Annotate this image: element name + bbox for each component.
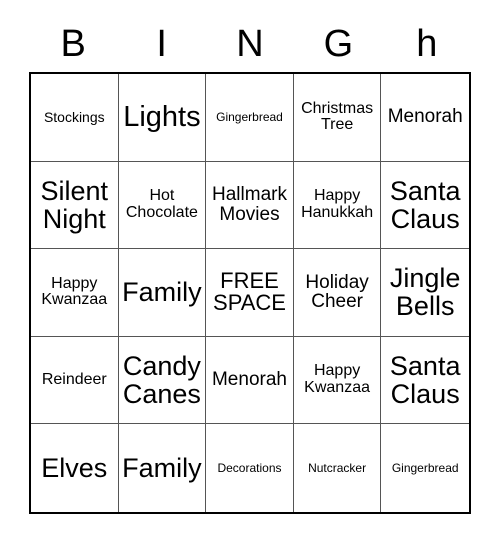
bingo-card: B I N G h Stockings Lights Gingerbread C… <box>0 0 500 544</box>
bingo-cell-label: Happy Kwanzaa <box>304 362 370 397</box>
bingo-cell-label: Family <box>122 277 202 308</box>
bingo-header-letter-2: I <box>156 23 167 65</box>
bingo-cell[interactable]: Elves <box>31 424 119 512</box>
bingo-cell-label: Hot Chocolate <box>125 187 198 221</box>
bingo-cell[interactable]: Gingerbread <box>206 74 294 162</box>
bingo-cell-label: Santa Claus <box>389 175 461 234</box>
bingo-cell-label: Santa Claus <box>389 351 461 410</box>
bingo-cell-label: Candy Canes <box>122 351 201 410</box>
bingo-cell[interactable]: Happy Kwanzaa <box>293 336 382 425</box>
bingo-header-letter-3: N <box>236 23 264 65</box>
bingo-cell[interactable]: Lights <box>118 74 207 162</box>
bingo-cell[interactable]: Christmas Tree <box>293 74 382 162</box>
bingo-cell[interactable]: Reindeer <box>31 336 119 425</box>
bingo-cell-label: Menorah <box>211 369 287 391</box>
bingo-cell[interactable]: Family <box>118 424 207 512</box>
bingo-cell[interactable]: Santa Claus <box>381 161 469 250</box>
bingo-cell-label: Hallmark Movies <box>212 184 287 225</box>
bingo-cell-label: Happy Hanukkah <box>301 187 374 221</box>
bingo-header-letter-4: G <box>323 23 354 65</box>
bingo-grid: Stockings Lights Gingerbread Christmas T… <box>29 72 471 514</box>
bingo-cell[interactable]: Menorah <box>206 336 294 425</box>
bingo-cell[interactable]: Candy Canes <box>118 336 207 425</box>
bingo-cell[interactable]: Happy Kwanzaa <box>31 249 119 337</box>
bingo-cell-label: Silent Night <box>40 175 109 234</box>
bingo-cell-label: Reindeer <box>41 370 107 388</box>
bingo-cell[interactable]: Holiday Cheer <box>293 249 382 337</box>
bingo-cell[interactable]: Hallmark Movies <box>206 161 294 250</box>
bingo-cell-label: Stockings <box>43 109 105 126</box>
bingo-cell-free-space[interactable]: FREE SPACE <box>206 249 294 337</box>
bingo-cell[interactable]: Jingle Bells <box>381 249 469 337</box>
bingo-cell-label: Gingerbread <box>391 460 459 475</box>
bingo-cell-label: Gingerbread <box>216 110 283 125</box>
bingo-cell-label: Lights <box>123 101 201 134</box>
bingo-header-letter-5: h <box>416 23 438 65</box>
bingo-cell-label: FREE SPACE <box>213 267 286 316</box>
bingo-cell-label: Happy Kwanzaa <box>41 274 108 309</box>
bingo-cell-label: Holiday Cheer <box>305 271 369 313</box>
bingo-cell-label: Nutcracker <box>308 460 367 475</box>
bingo-cell[interactable]: Stockings <box>31 74 119 162</box>
bingo-cell[interactable]: Decorations <box>206 424 294 512</box>
bingo-cell[interactable]: Nutcracker <box>293 424 382 512</box>
bingo-cell-label: Decorations <box>217 460 282 475</box>
bingo-cell[interactable]: Menorah <box>381 74 469 162</box>
bingo-cell-label: Elves <box>41 453 108 484</box>
bingo-cell-label: Family <box>122 453 202 484</box>
bingo-cell[interactable]: Happy Hanukkah <box>293 161 382 250</box>
bingo-header-letter-1: B <box>60 23 86 65</box>
bingo-header-row: B I N G h <box>29 18 471 70</box>
bingo-cell[interactable]: Gingerbread <box>381 424 469 512</box>
bingo-cell-label: Menorah <box>387 106 463 128</box>
bingo-cell[interactable]: Santa Claus <box>381 336 469 425</box>
bingo-cell[interactable]: Hot Chocolate <box>118 161 207 250</box>
bingo-cell[interactable]: Family <box>118 249 207 337</box>
bingo-cell-label: Christmas Tree <box>301 99 374 134</box>
bingo-cell[interactable]: Silent Night <box>31 161 119 250</box>
bingo-cell-label: Jingle Bells <box>389 263 461 322</box>
